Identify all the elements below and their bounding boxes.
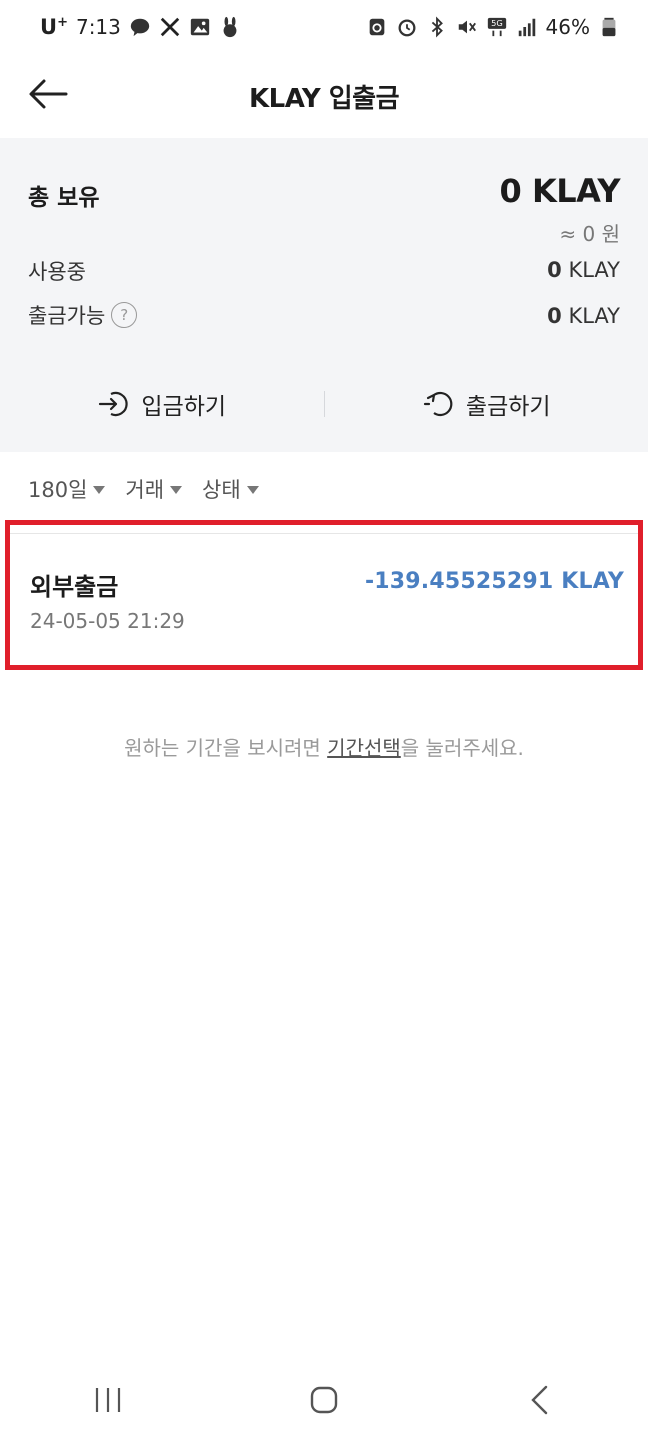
action-bar: 입금하기 출금하기 <box>0 372 648 436</box>
recent-apps-button[interactable] <box>68 1370 148 1430</box>
status-filter-label: 상태 <box>202 478 241 502</box>
transaction-type-filter-label: 거래 <box>125 478 165 502</box>
caret-down-icon <box>170 486 183 494</box>
mute-icon <box>456 16 478 38</box>
chevron-left-icon <box>531 1385 548 1415</box>
withdrawable-value: 0 KLAY <box>547 304 620 328</box>
total-holdings-krw: ≈ 0 원 <box>559 222 620 246</box>
withdraw-label: 출금하기 <box>465 394 551 420</box>
deposit-icon <box>99 391 129 417</box>
header: KLAY 입출금 <box>0 54 648 138</box>
period-select-link[interactable]: 기간선택 <box>327 736 401 760</box>
back-nav-button[interactable] <box>500 1370 580 1430</box>
home-button[interactable] <box>284 1370 364 1430</box>
status-right: 5G 46% <box>366 15 620 39</box>
status-left: U+ 7:13 <box>40 15 241 39</box>
hint-text-before: 원하는 기간을 보시려면 <box>124 736 328 760</box>
battery-icon <box>598 16 620 38</box>
clock: 7:13 <box>75 15 121 39</box>
withdrawable-unit: KLAY <box>568 304 620 328</box>
withdrawable-label-text: 출금가능 <box>28 304 106 328</box>
transaction-row[interactable]: 외부출금 24-05-05 21:29 -139.45525291 KLAY <box>5 520 643 670</box>
withdraw-button[interactable]: 출금하기 <box>325 372 648 436</box>
home-icon <box>310 1386 338 1414</box>
transaction-list: 외부출금 24-05-05 21:29 -139.45525291 KLAY <box>0 520 648 670</box>
period-hint: 원하는 기간을 보시려면 기간선택을 눌러주세요. <box>0 732 648 761</box>
image-icon <box>189 16 211 38</box>
arrow-left-icon <box>29 79 68 109</box>
svg-text:5G: 5G <box>491 18 503 28</box>
withdraw-icon <box>423 391 453 417</box>
deposit-button[interactable]: 입금하기 <box>0 372 324 436</box>
chat-icon <box>129 16 151 38</box>
transaction-datetime: 24-05-05 21:29 <box>30 609 185 633</box>
bluetooth-icon <box>426 16 448 38</box>
carrier-name: U <box>40 15 58 39</box>
transaction-type-filter[interactable]: 거래 <box>125 474 183 504</box>
filter-row: 180일 거래 상태 <box>28 474 259 504</box>
5g-icon: 5G <box>486 16 508 38</box>
in-use-label: 사용중 <box>28 256 86 286</box>
signal-icon <box>516 16 538 38</box>
period-filter-label: 180일 <box>28 478 88 502</box>
recycle-icon <box>366 16 388 38</box>
withdrawable-number: 0 <box>547 304 562 328</box>
in-use-value: 0 KLAY <box>547 258 620 282</box>
caret-down-icon <box>93 486 106 494</box>
in-use-label-text: 사용중 <box>28 260 86 284</box>
back-button[interactable] <box>26 72 70 116</box>
withdrawable-label: 출금가능 ? <box>28 300 138 330</box>
period-filter[interactable]: 180일 <box>28 474 106 504</box>
deposit-label: 입금하기 <box>141 394 227 420</box>
page-title: KLAY 입출금 <box>249 83 400 114</box>
row-divider <box>10 533 638 534</box>
rabbit-icon <box>219 16 241 38</box>
system-nav-bar <box>0 1360 648 1440</box>
screen: U+ 7:13 5G 46% KLAY 입출금 총 보유 0 KLAY ≈ 0 … <box>0 0 648 1440</box>
alarm-icon <box>396 16 418 38</box>
transaction-amount: -139.45525291 KLAY <box>364 569 624 594</box>
status-filter[interactable]: 상태 <box>202 474 259 504</box>
balance-summary: 총 보유 0 KLAY ≈ 0 원 사용중 0 KLAY 출금가능 ? 0 KL… <box>0 138 648 452</box>
recent-apps-icon <box>95 1388 121 1412</box>
transaction-type: 외부출금 <box>30 573 119 601</box>
carrier-sup: + <box>57 15 68 30</box>
in-use-number: 0 <box>547 258 562 282</box>
total-holdings-label: 총 보유 <box>28 185 100 211</box>
hint-text-after: 을 눌러주세요. <box>400 736 524 760</box>
status-bar: U+ 7:13 5G 46% <box>0 0 648 54</box>
x-logo-icon <box>159 16 181 38</box>
total-holdings-amount: 0 KLAY <box>499 172 621 210</box>
help-icon[interactable]: ? <box>111 302 138 328</box>
in-use-unit: KLAY <box>568 258 620 282</box>
caret-down-icon <box>246 486 259 494</box>
carrier: U+ <box>40 15 68 39</box>
battery-percentage: 46% <box>545 15 590 39</box>
